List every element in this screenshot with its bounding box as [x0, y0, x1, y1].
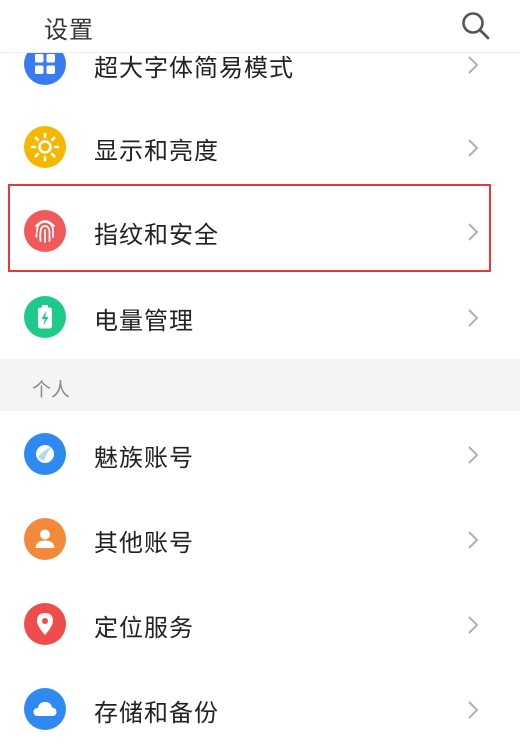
section-header-personal: 个人	[0, 359, 520, 411]
cloud-icon	[24, 688, 66, 730]
settings-item-label: 其他账号	[94, 529, 194, 557]
fingerprint-icon	[24, 210, 66, 252]
chevron-right-icon	[468, 446, 479, 464]
search-icon[interactable]	[460, 10, 492, 42]
page-title: 设置	[44, 16, 94, 44]
chevron-right-icon	[468, 56, 479, 74]
settings-item-label: 指纹和安全	[94, 221, 219, 249]
settings-item-label: 定位服务	[94, 614, 194, 642]
settings-item-label: 存储和备份	[94, 699, 219, 727]
settings-item-fingerprint-security[interactable]: 指纹和安全	[0, 188, 520, 274]
chevron-right-icon	[468, 139, 479, 157]
location-pin-icon	[24, 603, 66, 645]
settings-screen: 设置 超大字体简易模式 显示和亮度 指纹和安全 电量管理 个人 魅族账号 其他账…	[0, 0, 520, 748]
header-bar: 设置	[0, 0, 520, 52]
settings-item-other-accounts[interactable]: 其他账号	[0, 496, 520, 582]
settings-item-label: 电量管理	[94, 307, 194, 335]
meizu-account-icon	[24, 433, 66, 475]
settings-item-display-brightness[interactable]: 显示和亮度	[0, 104, 520, 190]
settings-item-battery-management[interactable]: 电量管理	[0, 274, 520, 360]
settings-item-meizu-account[interactable]: 魅族账号	[0, 411, 520, 497]
person-icon	[24, 518, 66, 560]
chevron-right-icon	[468, 309, 479, 327]
settings-item-storage-backup[interactable]: 存储和备份	[0, 666, 520, 748]
battery-icon	[24, 296, 66, 338]
chevron-right-icon	[468, 531, 479, 549]
sun-icon	[24, 126, 66, 168]
section-label: 个人	[32, 379, 71, 401]
settings-item-label: 显示和亮度	[94, 137, 219, 165]
chevron-right-icon	[468, 223, 479, 241]
settings-item-location-services[interactable]: 定位服务	[0, 581, 520, 667]
chevron-right-icon	[468, 701, 479, 719]
settings-item-label: 魅族账号	[94, 444, 194, 472]
chevron-right-icon	[468, 616, 479, 634]
settings-item-label: 超大字体简易模式	[94, 54, 294, 82]
